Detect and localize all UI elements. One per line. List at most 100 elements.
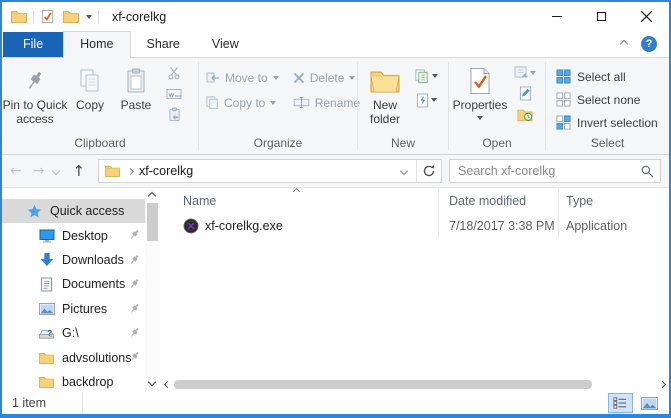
maximize-button[interactable] — [579, 2, 624, 31]
scroll-down-icon[interactable] — [148, 378, 156, 386]
back-button[interactable]: ← — [10, 164, 22, 178]
rename-button[interactable]: Rename — [286, 90, 367, 115]
qat-properties-icon[interactable] — [40, 9, 55, 24]
file-type: Application — [558, 214, 669, 238]
new-item-dropdown-icon — [432, 74, 438, 78]
file-list-pane: Name Date modified Type xf-corelkg.exe 7… — [160, 188, 669, 392]
delete-x-icon — [293, 72, 305, 84]
sidebar-item-label: Quick access — [50, 204, 124, 218]
copy-button[interactable]: Copy — [68, 58, 112, 136]
search-icon[interactable] — [640, 164, 654, 178]
open-small-buttons — [511, 58, 539, 136]
tab-share[interactable]: Share — [131, 32, 196, 57]
minimize-ribbon-icon[interactable] — [620, 40, 628, 48]
copy-to-label: Copy to — [224, 96, 265, 110]
address-bar[interactable]: xf-corelkg — [98, 159, 442, 183]
sidebar-item-advsolutions[interactable]: advsolutions — [2, 345, 145, 369]
pin-to-quick-access-label: Pin to Quick access — [2, 99, 68, 126]
details-view-button[interactable] — [608, 393, 633, 413]
edit-button[interactable] — [511, 83, 539, 104]
new-folder-button[interactable]: New folder — [358, 58, 412, 136]
sidebar-item-desktop[interactable]: Desktop — [2, 223, 145, 247]
copy-to-dropdown-icon — [270, 101, 276, 105]
navigation-bar: ← → ↑ xf-corelkg — [2, 155, 669, 188]
sidebar-scrollbar[interactable] — [145, 188, 160, 392]
pin-to-quick-access-button[interactable]: Pin to Quick access — [2, 58, 68, 136]
column-header-type[interactable]: Type — [558, 188, 669, 214]
scroll-right-icon[interactable] — [659, 381, 666, 388]
move-to-label: Move to — [225, 71, 268, 85]
new-folder-label: New folder — [358, 99, 412, 126]
copy-to-icon — [206, 96, 219, 109]
cut-button[interactable] — [160, 62, 188, 83]
breadcrumb-chevron-icon[interactable] — [127, 167, 134, 174]
delete-button[interactable]: Delete — [286, 65, 367, 90]
column-header-date-modified[interactable]: Date modified — [438, 188, 558, 214]
select-all-label: Select all — [577, 70, 626, 84]
sidebar-item-label: G:\ — [62, 326, 79, 340]
address-dropdown-icon[interactable] — [400, 167, 408, 175]
paste-label: Paste — [121, 99, 152, 113]
close-icon — [641, 11, 652, 22]
select-none-icon — [556, 92, 571, 107]
copy-to-button[interactable]: Copy to — [199, 90, 286, 115]
ribbon-group-open: Properties Open — [449, 58, 545, 154]
rename-label: Rename — [315, 96, 360, 110]
sidebar-item-quick-access[interactable]: Quick access — [2, 199, 145, 223]
select-all-button[interactable]: Select all — [556, 65, 669, 88]
open-button[interactable] — [511, 62, 539, 83]
svg-text:?: ? — [47, 328, 52, 338]
sidebar-item-pictures[interactable]: Pictures — [2, 297, 145, 321]
easy-access-button[interactable] — [412, 88, 440, 112]
close-button[interactable] — [624, 2, 669, 31]
search-input[interactable] — [456, 163, 640, 179]
select-none-button[interactable]: Select none — [556, 88, 669, 111]
file-row[interactable]: xf-corelkg.exe 7/18/2017 3:38 PM Applica… — [160, 214, 669, 238]
sidebar-item-backdrop[interactable]: backdrop — [2, 370, 145, 394]
help-button[interactable]: ? — [641, 36, 657, 52]
refresh-button[interactable] — [417, 160, 441, 182]
forward-button[interactable]: → — [33, 164, 45, 178]
qat-customize-dropdown-icon[interactable] — [86, 15, 92, 19]
qat-separator — [33, 10, 34, 24]
scroll-up-icon[interactable] — [148, 192, 156, 200]
sidebar-item-label: Downloads — [62, 253, 124, 267]
ribbon-group-clipboard: Pin to Quick access Copy Paste — [2, 58, 198, 154]
sidebar-item-label: Desktop — [62, 229, 108, 243]
invert-selection-button[interactable]: Invert selection — [556, 111, 669, 134]
delete-dropdown-icon — [349, 76, 355, 80]
rename-icon — [293, 97, 310, 108]
recent-locations-dropdown-icon[interactable] — [52, 167, 60, 175]
copy-path-button[interactable] — [160, 83, 188, 104]
search-box[interactable] — [449, 159, 661, 183]
select-all-icon — [556, 69, 571, 84]
minimize-button[interactable] — [534, 2, 579, 31]
tab-home[interactable]: Home — [63, 31, 130, 58]
sidebar-item-downloads[interactable]: Downloads — [2, 248, 145, 272]
large-icons-view-button[interactable] — [637, 393, 662, 413]
scroll-left-icon[interactable] — [164, 381, 171, 388]
horizontal-scrollbar[interactable] — [160, 377, 669, 392]
scrollbar-thumb[interactable] — [174, 380, 592, 389]
tab-file[interactable]: File — [3, 32, 63, 57]
move-to-button[interactable]: Move to — [199, 65, 286, 90]
qat-new-folder-icon[interactable] — [63, 10, 79, 23]
scrollbar-thumb[interactable] — [147, 203, 158, 241]
history-button[interactable] — [511, 104, 539, 125]
app-folder-icon — [11, 10, 27, 23]
folder-icon — [38, 376, 55, 388]
clipboard-small-buttons — [160, 58, 188, 136]
tab-view[interactable]: View — [196, 32, 255, 57]
sidebar-item-drive-g[interactable]: ? G:\ — [2, 321, 145, 345]
new-item-button[interactable] — [412, 64, 440, 88]
minimize-icon — [552, 16, 562, 17]
select-none-label: Select none — [577, 93, 640, 107]
breadcrumb-folder[interactable]: xf-corelkg — [139, 164, 193, 178]
pin-icon — [129, 303, 140, 314]
sidebar-item-documents[interactable]: Documents — [2, 272, 145, 296]
up-button[interactable]: ↑ — [72, 164, 85, 179]
paste-shortcut-button[interactable] — [160, 104, 188, 125]
properties-button[interactable]: Properties — [449, 58, 511, 136]
downloads-icon — [38, 252, 55, 267]
paste-button[interactable]: Paste — [112, 58, 160, 136]
